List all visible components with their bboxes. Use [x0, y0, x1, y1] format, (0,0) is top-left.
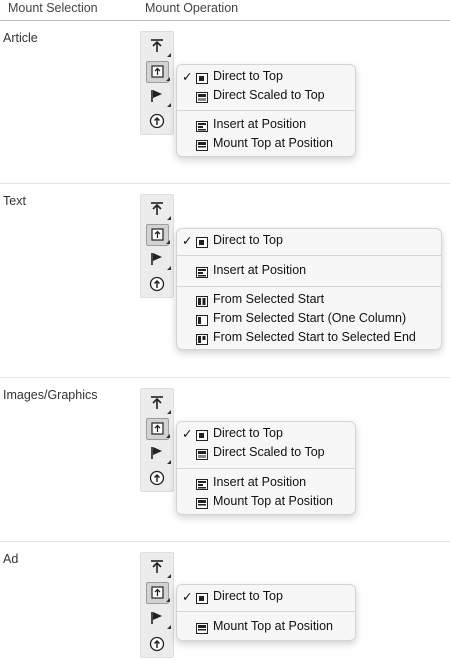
menu-item[interactable]: Insert at Position	[177, 262, 441, 280]
menu-item[interactable]: Mount Top at Position	[177, 135, 355, 153]
menu-item-label: Direct to Top	[213, 426, 283, 440]
menu-item-label: From Selected Start to Selected End	[213, 330, 416, 344]
mount-to-top-tool[interactable]	[146, 199, 171, 221]
mount-operation-menu: ✓ Direct to Top Direct Scaled to Top Ins…	[176, 421, 356, 515]
column-header-mount-operation: Mount Operation	[145, 1, 239, 15]
mount-toolbar	[140, 194, 174, 298]
column-header-mount-selection: Mount Selection	[8, 1, 98, 15]
from-selected-start-icon	[196, 294, 208, 307]
section-divider	[0, 377, 450, 378]
mount-toolbar	[140, 31, 174, 135]
mount-top-position-icon	[196, 138, 208, 151]
menu-item-label: Insert at Position	[213, 263, 307, 277]
section-ad: Ad ✓ Direct to Top Mount Top at Position	[0, 543, 450, 660]
checkmark: ✓	[182, 590, 193, 604]
menu-item-label: From Selected Start (One Column)	[213, 311, 407, 325]
menu-item-label: Mount Top at Position	[213, 136, 333, 150]
mount-direct-icon	[196, 591, 208, 604]
section-label: Ad	[3, 552, 19, 566]
section-images-graphics: Images/Graphics ✓ Direct to Top Direct S…	[0, 379, 450, 542]
mount-scaled-icon	[196, 90, 208, 103]
menu-item-label: Direct to Top	[213, 589, 283, 603]
mount-toolbar	[140, 552, 174, 658]
mount-toolbar	[140, 388, 174, 492]
mount-to-top-tool[interactable]	[146, 393, 171, 415]
mount-direct-tool[interactable]	[146, 224, 170, 246]
mount-circle-tool[interactable]	[146, 111, 169, 133]
mount-top-position-icon	[196, 496, 208, 509]
section-label: Text	[3, 194, 26, 208]
menu-item-label: Mount Top at Position	[213, 619, 333, 633]
menu-item[interactable]: ✓ Direct to Top	[177, 232, 441, 250]
menu-item[interactable]: From Selected Start	[177, 291, 441, 309]
mount-circle-tool[interactable]	[146, 274, 169, 296]
flag-tool[interactable]	[146, 249, 171, 271]
mount-direct-icon	[196, 428, 208, 441]
menu-item[interactable]: ✓ Direct to Top	[177, 588, 355, 606]
menu-item-label: Direct to Top	[213, 69, 283, 83]
insert-position-icon	[196, 265, 208, 278]
from-selected-start-to-end-icon	[196, 332, 208, 345]
menu-item[interactable]: Mount Top at Position	[177, 618, 355, 636]
mount-direct-icon	[196, 235, 208, 248]
mount-circle-tool[interactable]	[146, 634, 169, 656]
menu-item[interactable]: Insert at Position	[177, 474, 355, 492]
menu-item-label: Direct to Top	[213, 233, 283, 247]
menu-item-label: Direct Scaled to Top	[213, 88, 325, 102]
table-header: Mount Selection Mount Operation	[0, 0, 450, 21]
mount-scaled-icon	[196, 447, 208, 460]
section-label: Images/Graphics	[3, 388, 98, 402]
menu-item[interactable]: Direct Scaled to Top	[177, 87, 355, 105]
mount-direct-tool[interactable]	[146, 582, 170, 604]
menu-item[interactable]: ✓ Direct to Top	[177, 425, 355, 443]
checkmark: ✓	[182, 427, 193, 441]
insert-position-icon	[196, 477, 208, 490]
flag-tool[interactable]	[146, 608, 171, 630]
mount-operation-menu: ✓ Direct to Top Mount Top at Position	[176, 584, 356, 641]
insert-position-icon	[196, 119, 208, 132]
flag-tool[interactable]	[146, 86, 171, 108]
section-divider	[0, 183, 450, 184]
menu-item[interactable]: Mount Top at Position	[177, 493, 355, 511]
mount-direct-tool[interactable]	[146, 418, 170, 440]
menu-separator	[177, 468, 355, 469]
menu-separator	[177, 611, 355, 612]
section-article: Article ✓ Direct to Top Direct Scaled to…	[0, 22, 450, 184]
menu-item[interactable]: Insert at Position	[177, 116, 355, 134]
menu-item[interactable]: From Selected Start to Selected End	[177, 329, 441, 347]
checkmark: ✓	[182, 70, 193, 84]
menu-item[interactable]: ✓ Direct to Top	[177, 68, 355, 86]
menu-separator	[177, 110, 355, 111]
mount-circle-tool[interactable]	[146, 468, 169, 490]
mount-operation-menu: ✓ Direct to Top Insert at Position From …	[176, 228, 442, 350]
menu-item-label: Insert at Position	[213, 475, 307, 489]
section-label: Article	[3, 31, 38, 45]
mount-direct-icon	[196, 71, 208, 84]
menu-item[interactable]: From Selected Start (One Column)	[177, 310, 441, 328]
mount-direct-tool[interactable]	[146, 61, 170, 83]
menu-item-label: Direct Scaled to Top	[213, 445, 325, 459]
mount-to-top-tool[interactable]	[146, 36, 171, 58]
mount-to-top-tool[interactable]	[146, 557, 171, 579]
menu-separator	[177, 286, 441, 287]
menu-item-label: From Selected Start	[213, 292, 325, 306]
mount-operation-menu: ✓ Direct to Top Direct Scaled to Top Ins…	[176, 64, 356, 157]
mount-top-position-icon	[196, 621, 208, 634]
section-text: Text ✓ Direct to Top Insert at Position …	[0, 185, 450, 378]
section-divider	[0, 541, 450, 542]
menu-item[interactable]: Direct Scaled to Top	[177, 444, 355, 462]
checkmark: ✓	[182, 234, 193, 248]
menu-separator	[177, 255, 441, 256]
menu-item-label: Insert at Position	[213, 117, 307, 131]
from-selected-start-one-column-icon	[196, 313, 208, 326]
flag-tool[interactable]	[146, 443, 171, 465]
menu-item-label: Mount Top at Position	[213, 494, 333, 508]
